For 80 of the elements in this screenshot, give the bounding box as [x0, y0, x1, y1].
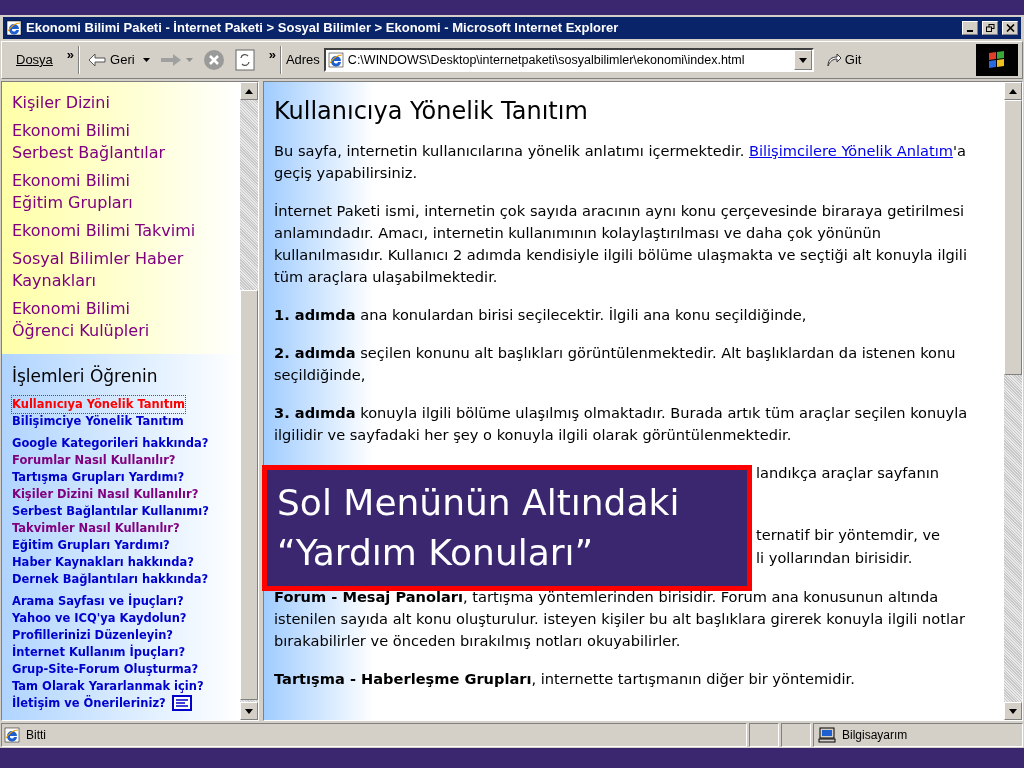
callout-text: “Yardım Konuları” [277, 531, 595, 575]
maximize-icon [985, 24, 995, 32]
paragraph: İnternet Paketi ismi, internetin çok sayıda aracının aynı konu çerçevesinde biraraya getirilmesi anlamındadır. Amacı, internetin kullanımının kolaylaştırılması ve daha çok yönünün kullanılmasıdır. Kullanıcı 2 adımda kendisiyle ilgili bölüme ulaşmakta ve seçtiği alt konuyla ilgili tüm araçlara ulaşabilmektedir. [274, 201, 968, 287]
menu-link[interactable]: Ekonomi Bilimi Öğrenci Kulüpleri [12, 298, 230, 342]
help-link[interactable]: Serbest Bağlantılar Kullanımı? [12, 502, 209, 520]
status-panel [749, 723, 779, 747]
status-panel [781, 723, 811, 747]
scroll-thumb[interactable] [1004, 100, 1022, 375]
help-link[interactable]: Tartışma Grupları Yardımı? [12, 468, 185, 486]
section-heading: İşlemleri Öğrenin [12, 364, 159, 388]
page-heading: Kullanıcıya Yönelik Tanıtım [274, 96, 589, 126]
menu-link[interactable]: Sosyal Bilimler Haber Kaynakları [12, 248, 230, 292]
up-arrow-icon [245, 88, 253, 94]
close-icon [1005, 24, 1015, 32]
down-arrow-icon [1009, 708, 1017, 714]
help-link[interactable]: İletişim ve Önerileriniz? [12, 694, 166, 712]
paragraph: 3. adımda konuyla ilgili bölüme ulaşılmış olmaktadır. Burada artık tüm araçlar seçilen konuyla ilgilidir ve sayfadaki her şey o konuyla ilgili olarak görüntülenmektedir. [274, 403, 969, 445]
scroll-up-button[interactable] [1004, 82, 1022, 100]
note-icon[interactable] [171, 695, 192, 711]
paragraph: Bu sayfa, internetin kullanıcılarına yönelik anlatımı içermektedir. Bilişimcilere Yönelik Anlatım'a geçiş yapabilirsiniz. [274, 141, 967, 183]
window-title: Ekonomi Bilimi Paketi - İnternet Paketi > Sosyal Bilimler > Ekonomi - Microsoft Internet Explorer [26, 19, 620, 38]
help-link[interactable]: Forumlar Nasıl Kullanılır? [12, 451, 176, 469]
close-button[interactable] [1002, 21, 1018, 35]
scroll-down-button[interactable] [1004, 702, 1022, 720]
scrollbar[interactable] [1004, 82, 1022, 720]
scroll-thumb[interactable] [240, 290, 258, 700]
down-arrow-icon [245, 708, 253, 714]
help-link[interactable]: Haber Kaynakları hakkında? [12, 553, 194, 571]
help-link[interactable]: Tam Olarak Yararlanmak için? [12, 677, 204, 695]
dropdown-button[interactable] [793, 50, 812, 70]
callout-text: Sol Menünün Altındaki [277, 481, 681, 525]
minimize-button[interactable] [962, 21, 978, 35]
scrollbar[interactable] [240, 82, 258, 720]
paragraph: 1. adımda ana konulardan birisi seçilecektir. İlgili ana konu seçildiğinde, [274, 305, 808, 325]
browser-icon [6, 20, 22, 36]
chevron[interactable]: » [268, 45, 276, 65]
stop-icon[interactable] [202, 49, 225, 71]
scroll-up-button[interactable] [240, 82, 258, 100]
help-link[interactable]: İnternet Kullanım İpuçları? [12, 643, 186, 661]
help-link[interactable]: Profillerinizi Düzenleyin? [12, 626, 174, 644]
help-link[interactable]: Bilişimciye Yönelik Tanıtım [12, 412, 184, 430]
paragraph: Tartışma - Haberleşme Grupları, internette tartışmanın diğer bir yöntemidir. [274, 669, 856, 689]
up-arrow-icon [1009, 88, 1017, 94]
paragraph: 2. adımda seçilen konunu alt başlıkları görüntülenmektedir. Alt başlıklardan da istenen konu seçildiğinde, [274, 343, 957, 385]
paragraph: Forum - Mesaj Panoları, tartışma yöntemlerinden birisidir. Forum ana konusunun altında istenilen sayıda alt konu oluşturulur. isteyen kişiler bu alt başlıklara girerek konuyla ilgili notlar bırakabilirler ve önceden bırakılmış notları okuyabilirler. [274, 587, 966, 651]
menu-link[interactable]: Ekonomi Bilimi Takvimi [12, 220, 230, 242]
help-link[interactable]: Grup-Site-Forum Oluşturma? [12, 660, 199, 678]
scroll-down-button[interactable] [240, 702, 258, 720]
help-link[interactable]: Dernek Bağlantıları hakkında? [12, 570, 209, 588]
go-button[interactable]: Git [817, 50, 870, 70]
chevron[interactable]: » [66, 45, 75, 65]
back-arrow-icon [88, 53, 107, 67]
text-line: landıkça araçlar sayfanın [756, 463, 940, 483]
help-link[interactable]: Google Kategorileri hakkında? [12, 434, 209, 452]
refresh-icon[interactable] [234, 49, 255, 71]
go-arrow-icon [825, 53, 842, 67]
status-text: Bitti [26, 727, 46, 744]
menu-link[interactable]: Ekonomi Bilimi Serbest Bağlantılar [12, 120, 230, 164]
link[interactable]: Bilişimcilere Yönelik Anlatım [748, 142, 953, 159]
text-line: li yollarından birisidir. [756, 548, 914, 568]
menu-link[interactable]: Kişiler Dizini [12, 92, 230, 114]
windows-logo [976, 44, 1018, 76]
help-link[interactable]: Kişiler Dizini Nasıl Kullanılır? [12, 485, 199, 503]
menu-item[interactable]: Dosya [6, 50, 63, 70]
help-link[interactable]: Takvimler Nasıl Kullanılır? [12, 519, 180, 537]
maximize-button[interactable] [982, 21, 998, 35]
address-label: Adres [285, 51, 320, 70]
back-button[interactable]: Geri [84, 50, 139, 70]
menu-link[interactable]: Ekonomi Bilimi Eğitim Grupları [12, 170, 230, 214]
computer-icon [818, 727, 836, 743]
browser-icon [4, 727, 20, 743]
help-link[interactable]: Arama Sayfası ve İpuçları? [12, 592, 184, 610]
text-line: ternatif bir yöntemdir, ve [756, 525, 942, 545]
address-field[interactable]: C:\WINDOWS\Desktop\internetpaketi\sosyalbilimler\ekonomi\index.html [323, 48, 814, 72]
help-link[interactable]: Yahoo ve ICQ'ya Kaydolun? [12, 609, 187, 627]
help-link[interactable]: Eğitim Grupları Yardımı? [12, 536, 170, 554]
down-arrow-icon [798, 57, 807, 63]
zone-text: Bilgisayarım [842, 727, 908, 744]
caret-icon[interactable] [142, 58, 150, 62]
browser-icon [327, 52, 344, 68]
